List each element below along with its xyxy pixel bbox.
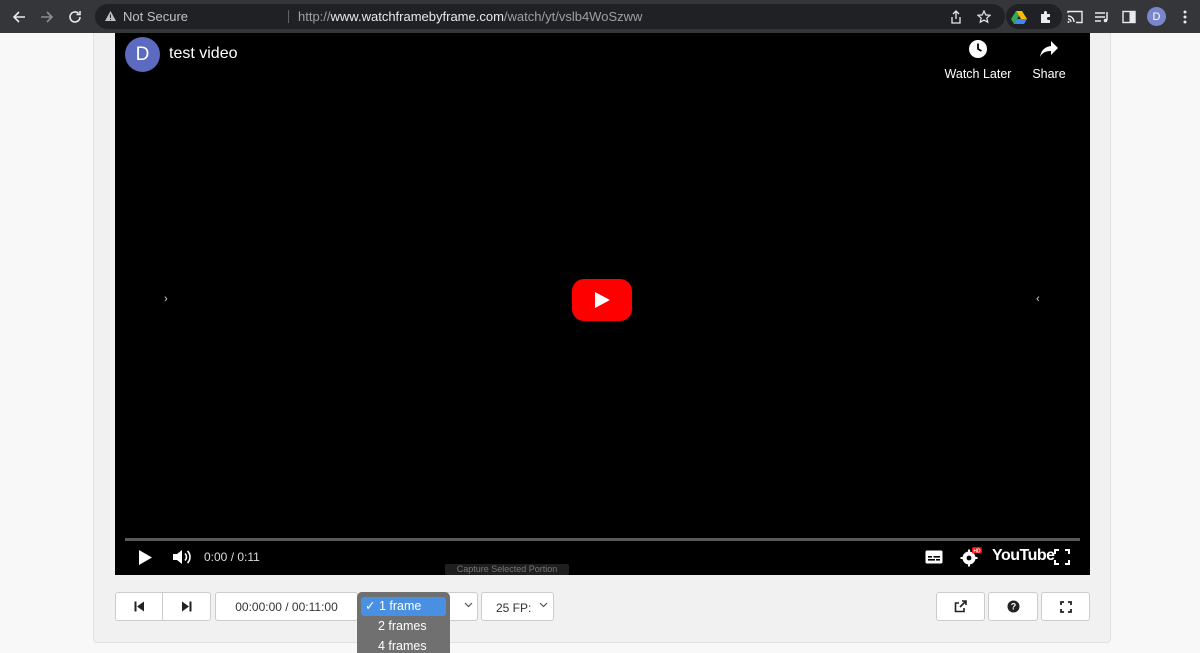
previous-frame-hint: ›	[164, 293, 168, 305]
share-label: Share	[1032, 67, 1066, 81]
url-path: /watch/yt/vslb4WoSzww	[503, 9, 643, 24]
drive-icon	[1011, 11, 1027, 24]
clock-icon	[969, 40, 987, 58]
fps-select[interactable]: 25 FP:	[481, 592, 554, 621]
extensions-group	[1006, 4, 1062, 29]
share-page-button[interactable]	[945, 6, 967, 28]
cast-icon	[1067, 10, 1083, 24]
dropdown-option-1-frame[interactable]: ✓ 1 frame	[361, 597, 446, 616]
warning-icon	[105, 11, 116, 21]
share-arrow-icon	[1040, 41, 1058, 57]
cast-button[interactable]	[1062, 4, 1088, 30]
extensions-button[interactable]	[1035, 6, 1057, 28]
browser-toolbar: Not Secure http://www.watchframebyframe.…	[0, 0, 1200, 33]
play-button[interactable]	[135, 546, 155, 568]
share-page-icon	[951, 10, 961, 24]
puzzle-icon	[1041, 11, 1050, 23]
chevron-down-icon	[539, 602, 548, 608]
watch-later-label: Watch Later	[944, 67, 1012, 81]
chevron-down-icon	[464, 602, 473, 608]
forward-button[interactable]	[34, 4, 60, 30]
subtitles-button[interactable]	[924, 546, 944, 568]
svg-text:?: ?	[1010, 602, 1016, 612]
gear-hd-icon: HD	[960, 547, 982, 567]
video-title[interactable]: test video	[169, 45, 237, 63]
back-button[interactable]	[6, 4, 32, 30]
svg-text:HD: HD	[973, 548, 981, 554]
omnibox-separator	[288, 10, 289, 23]
profile-avatar[interactable]: D	[1147, 7, 1166, 26]
fps-value: 25 FP:	[496, 601, 532, 615]
bookmark-button[interactable]	[973, 6, 995, 28]
browser-menu-button[interactable]	[1172, 4, 1198, 30]
arrow-left-icon	[12, 11, 25, 23]
security-status[interactable]: Not Secure	[123, 9, 188, 24]
url-host: www.watchframebyframe.com	[330, 9, 504, 24]
channel-avatar[interactable]: D	[125, 37, 160, 72]
subtitles-icon	[925, 550, 943, 564]
reload-icon	[69, 11, 81, 23]
url-text[interactable]: http://www.watchframebyframe.com/watch/y…	[298, 9, 642, 24]
kebab-menu-icon	[1183, 10, 1187, 24]
share-button[interactable]: Share	[1009, 37, 1089, 81]
settings-button[interactable]: HD	[959, 546, 983, 568]
next-frame-hint: ‹	[1036, 293, 1040, 305]
capture-selected-portion[interactable]: Capture Selected Portion	[445, 564, 569, 575]
volume-button[interactable]	[170, 546, 194, 568]
share-link-button[interactable]	[936, 592, 985, 621]
media-controls-button[interactable]	[1089, 4, 1115, 30]
star-icon	[977, 10, 991, 24]
help-button[interactable]: ?	[988, 592, 1038, 621]
play-icon	[139, 549, 152, 565]
youtube-logo[interactable]: YouTube	[992, 547, 1055, 565]
fullscreen-button[interactable]	[1052, 546, 1072, 568]
arrow-right-icon	[41, 11, 54, 23]
playlist-icon	[1095, 12, 1108, 23]
dropdown-option-4-frames[interactable]: 4 frames	[361, 637, 446, 653]
video-player[interactable]: D test video Watch Later Share › ‹ 0:00 …	[115, 33, 1090, 575]
side-panel-icon	[1122, 10, 1136, 24]
volume-icon	[173, 550, 191, 564]
next-frame-button[interactable]	[162, 592, 211, 621]
time-display: 0:00 / 0:11	[204, 550, 260, 564]
progress-bar[interactable]	[125, 538, 1080, 541]
address-bar[interactable]: Not Secure http://www.watchframebyframe.…	[95, 4, 1005, 29]
side-panel-button[interactable]	[1116, 4, 1142, 30]
url-scheme: http://	[298, 9, 331, 24]
timecode-display: 00:00:00 / 00:11:00	[215, 592, 358, 621]
drive-extension-button[interactable]	[1008, 6, 1030, 28]
expand-icon	[1059, 600, 1072, 613]
dropdown-option-2-frames[interactable]: 2 frames	[361, 617, 446, 636]
play-triangle-icon	[595, 292, 610, 308]
step-back-icon	[134, 601, 144, 612]
question-icon: ?	[1007, 600, 1019, 613]
share-out-icon	[954, 600, 967, 613]
expand-button[interactable]	[1041, 592, 1090, 621]
large-play-button[interactable]	[572, 279, 632, 321]
fullscreen-icon	[1054, 549, 1070, 565]
reload-button[interactable]	[62, 4, 88, 30]
previous-frame-button[interactable]	[115, 592, 163, 621]
frame-step-dropdown: ✓ 1 frame 2 frames 4 frames	[357, 592, 450, 653]
step-forward-icon	[181, 601, 191, 612]
watch-later-button[interactable]: Watch Later	[938, 37, 1018, 81]
